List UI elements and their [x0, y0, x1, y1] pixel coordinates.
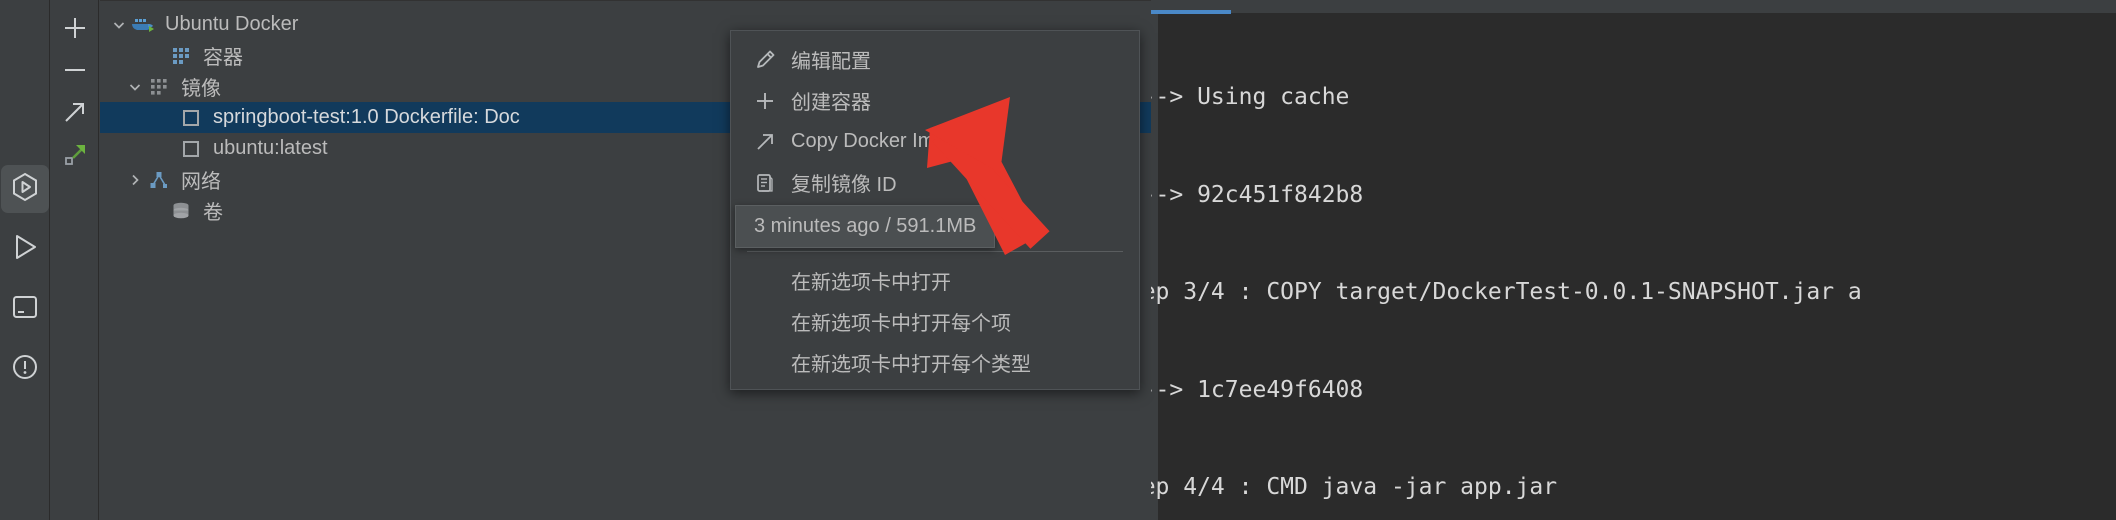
context-menu-item-open-each-type-in-new-tab[interactable]: 在新选项卡中打开每个类型: [731, 342, 1139, 383]
remove-button[interactable]: [51, 51, 99, 93]
docker-whale-icon: [130, 13, 156, 37]
tree-node-label: Ubuntu Docker: [165, 13, 299, 35]
tree-node-volumes[interactable]: 卷: [146, 195, 223, 226]
context-menu-item-edit-configuration[interactable]: 编辑配置: [731, 39, 1139, 80]
volumes-icon: [168, 199, 194, 223]
pencil-icon: [749, 47, 781, 73]
panel-top-divider: [100, 0, 1151, 1]
activity-item-problems[interactable]: [1, 345, 49, 393]
activity-item-run[interactable]: [1, 225, 49, 273]
play-triangle-icon: [10, 232, 40, 267]
activity-item-services-run[interactable]: [1, 165, 49, 213]
plus-icon: [61, 14, 89, 47]
context-menu-item-label: 在新选项卡中打开每个类型: [791, 354, 1031, 376]
tooltip-text: 3 minutes ago / 591.1MB: [754, 215, 977, 237]
activity-item-terminal[interactable]: [1, 285, 49, 333]
context-menu-item-label: Copy Docker Image: [791, 130, 968, 152]
tree-node-networks[interactable]: 网络: [124, 164, 221, 195]
activity-bar: [0, 0, 50, 520]
context-menu-item-open-in-new-tab[interactable]: 在新选项卡中打开: [731, 260, 1139, 301]
docker-build-log-panel: ---> Using cache ---> 92c451f842b8 Step …: [1151, 0, 2116, 520]
terminal-line: Step 4/4 : CMD java -jar app.jar: [1151, 474, 1558, 500]
terminal-box-icon: [11, 293, 39, 326]
expand-button[interactable]: [51, 135, 99, 177]
context-menu-item-label: 复制镜像 ID: [791, 174, 897, 196]
copy-icon: [749, 170, 781, 196]
tree-node-label: 卷: [203, 202, 223, 224]
context-menu-item-open-each-in-new-tab[interactable]: 在新选项卡中打开每个项: [731, 301, 1139, 342]
hexagon-play-icon: [9, 171, 41, 208]
tree-node-label: ubuntu:latest: [213, 137, 328, 159]
image-square-icon: [178, 106, 204, 130]
context-menu-item-label: 在新选项卡中打开每个项: [791, 313, 1011, 335]
tree-node-label: 容器: [203, 47, 243, 69]
plus-icon: [749, 88, 781, 114]
tree-node-label: 镜像: [181, 78, 221, 100]
tree-node-images[interactable]: 镜像: [124, 71, 221, 102]
exclamation-circle-icon: [10, 352, 40, 387]
containers-grid-icon: [168, 44, 194, 68]
terminal-top-bar: [1151, 0, 2116, 14]
terminal-output[interactable]: ---> Using cache ---> 92c451f842b8 Step …: [1151, 14, 2072, 520]
network-icon: [146, 168, 172, 192]
chevron-down-icon[interactable]: [108, 14, 130, 36]
services-toolbar: [51, 0, 99, 520]
context-menu-separator: [747, 251, 1123, 252]
image-square-icon: [178, 137, 204, 161]
jump-to-source-button[interactable]: [51, 93, 99, 135]
context-menu-item-copy-image-id[interactable]: 复制镜像 ID: [731, 162, 1139, 203]
tree-node-containers[interactable]: 容器: [146, 40, 243, 71]
context-menu-item-copy-docker-image[interactable]: Copy Docker Image: [731, 121, 1139, 162]
add-button[interactable]: [51, 9, 99, 51]
arrow-up-right-icon: [749, 129, 781, 155]
minus-icon: [61, 56, 89, 89]
context-menu-item-label: 编辑配置: [791, 51, 871, 73]
expand-green-arrow-icon: [61, 140, 89, 173]
chevron-right-icon[interactable]: [124, 169, 146, 191]
context-menu-item-label: 创建容器: [791, 92, 871, 114]
terminal-line: ---> 92c451f842b8: [1151, 181, 1364, 208]
docker-services-window: Ubuntu Docker 容器 镜像 springboot-test:1.0 …: [0, 0, 2116, 520]
tree-node-label: springboot-test:1.0 Dockerfile: Doc: [213, 106, 520, 128]
arrow-up-right-icon: [61, 98, 89, 131]
tree-node-label: 网络: [181, 171, 221, 193]
terminal-line: ---> Using cache: [1151, 84, 1350, 110]
tree-node-ubuntu-docker[interactable]: Ubuntu Docker: [108, 9, 298, 40]
context-menu-item-create-container[interactable]: 创建容器: [731, 80, 1139, 121]
context-menu-item-label: 在新选项卡中打开: [791, 272, 951, 294]
images-grid-icon: [146, 75, 172, 99]
image-info-tooltip: 3 minutes ago / 591.1MB: [735, 205, 996, 248]
chevron-down-icon[interactable]: [124, 76, 146, 98]
tree-node-ubuntu-latest-image[interactable]: ubuntu:latest: [178, 133, 328, 164]
terminal-line: ---> 1c7ee49f6408: [1151, 376, 1364, 403]
terminal-line: Step 3/4 : COPY target/DockerTest-0.0.1-…: [1151, 279, 1862, 305]
